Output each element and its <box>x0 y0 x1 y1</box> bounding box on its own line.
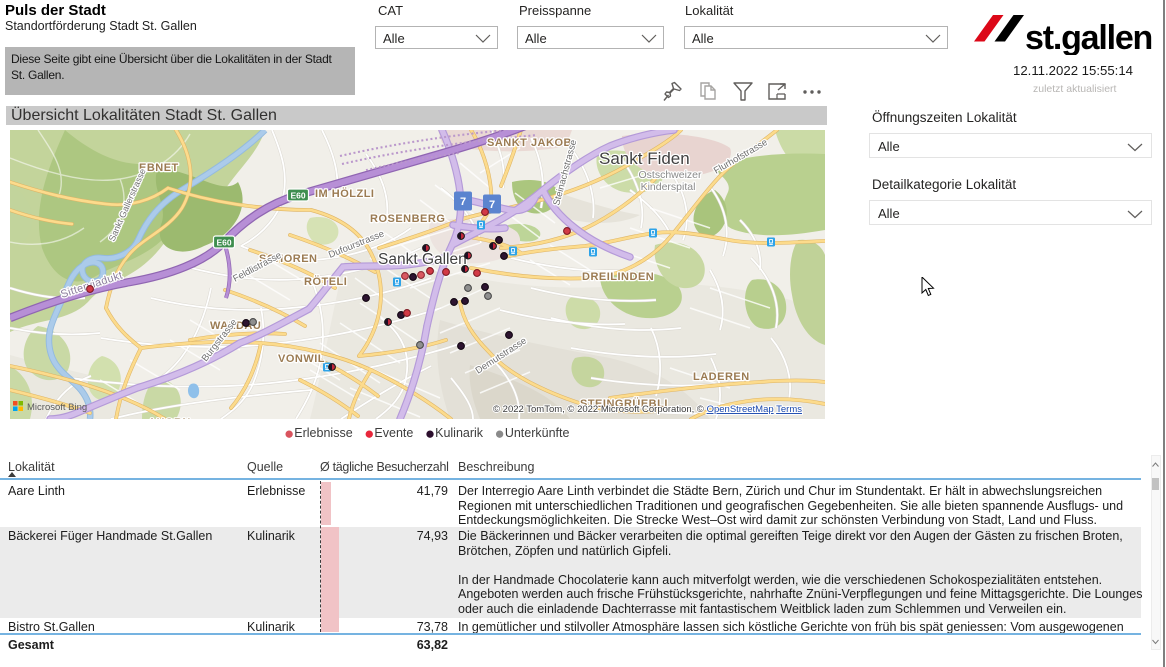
svg-text:© 2022 TomTom, © 2022 Microsof: © 2022 TomTom, © 2022 Microsoft Corporat… <box>493 404 802 415</box>
svg-text:AHORN: AHORN <box>148 417 191 419</box>
svg-text:st.gallen: st.gallen <box>1025 19 1152 55</box>
svg-text:E60: E60 <box>216 238 231 248</box>
svg-text:IM HÖLZLI: IM HÖLZLI <box>315 187 375 200</box>
svg-text:RÖTELI: RÖTELI <box>304 275 347 288</box>
svg-text:Microsoft Bing: Microsoft Bing <box>27 402 87 413</box>
svg-text:7: 7 <box>489 199 495 211</box>
svg-text:Ostschweizer: Ostschweizer <box>638 169 702 181</box>
svg-text:SANKT JAKOB: SANKT JAKOB <box>487 137 572 149</box>
svg-text:7: 7 <box>460 196 466 208</box>
svg-text:E60: E60 <box>290 191 305 201</box>
svg-text:LADEREN: LADEREN <box>693 371 750 383</box>
svg-text:DREILINDEN: DREILINDEN <box>582 271 654 283</box>
svg-text:Sankt Gallen: Sankt Gallen <box>378 251 467 268</box>
svg-text:Kinderspital: Kinderspital <box>641 181 696 193</box>
svg-text:VONWIL: VONWIL <box>278 353 325 365</box>
svg-text:ROSENBERG: ROSENBERG <box>370 213 445 225</box>
svg-text:Sankt Fiden: Sankt Fiden <box>599 149 690 168</box>
